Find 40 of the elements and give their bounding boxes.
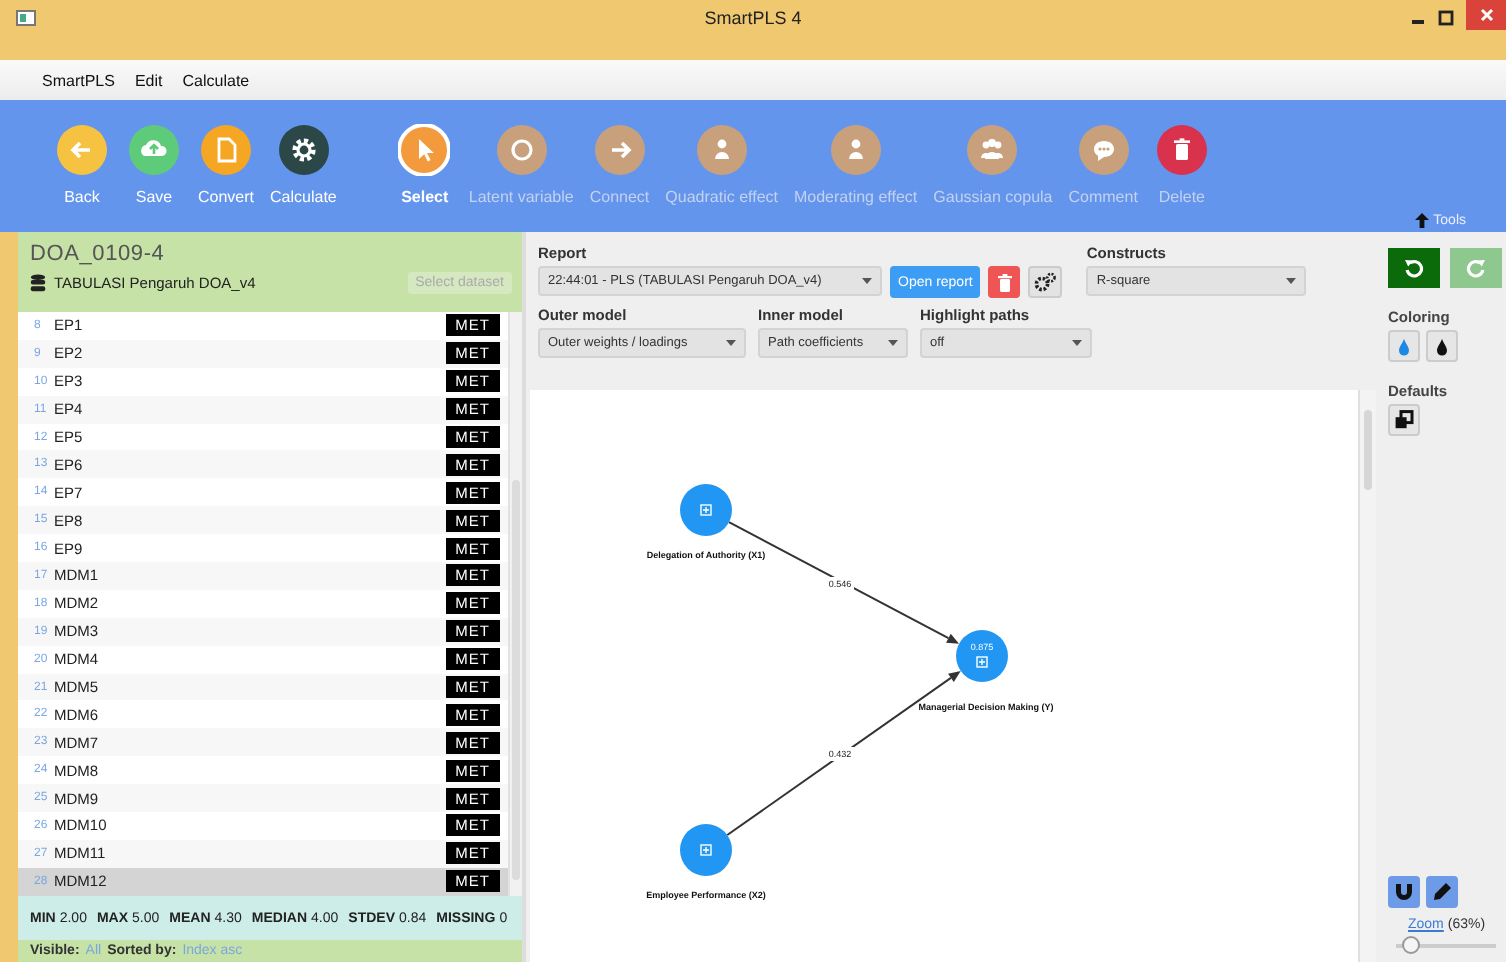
maximize-icon: [1438, 10, 1454, 26]
window-title: SmartPLS 4: [704, 8, 802, 28]
close-button[interactable]: [1466, 0, 1506, 30]
settings-button[interactable]: [1028, 266, 1063, 298]
caret-down-icon: [1072, 340, 1082, 346]
drop-icon: [1398, 337, 1410, 355]
drop-icon: [1436, 337, 1448, 355]
caret-down-icon: [726, 340, 736, 346]
copy-icon: [1394, 410, 1414, 430]
menu-item[interactable]: SmartPLS: [42, 71, 115, 89]
menu-item[interactable]: Edit: [134, 71, 163, 89]
caret-down-icon: [888, 340, 898, 346]
caret-down-icon: [862, 278, 872, 284]
slider-thumb[interactable]: [1401, 936, 1419, 954]
undo-icon: [1404, 258, 1424, 278]
trash-icon: [997, 273, 1012, 291]
caret-down-icon: [1286, 278, 1297, 284]
project-name: DOA_0109-4: [30, 242, 167, 266]
construct-node[interactable]: [956, 630, 1008, 682]
path-arrow[interactable]: [726, 670, 961, 837]
pen-icon: [1432, 882, 1452, 902]
undo-button[interactable]: [1388, 248, 1440, 288]
mono-mode-button[interactable]: [1426, 330, 1458, 362]
construct-node[interactable]: [680, 484, 732, 536]
arrow-up-icon: [1413, 212, 1430, 228]
scrollbar[interactable]: [1358, 390, 1376, 962]
database-icon: [30, 274, 46, 292]
magnet-button[interactable]: [1388, 876, 1420, 908]
close-icon: [1479, 8, 1493, 22]
redo-icon: [1466, 258, 1486, 278]
color-mode-button[interactable]: [1388, 330, 1420, 362]
redo-button[interactable]: [1450, 248, 1502, 288]
defaults-button[interactable]: [1388, 404, 1420, 436]
construct-node[interactable]: [680, 824, 732, 876]
menu-item[interactable]: Calculate: [182, 71, 250, 89]
magnet-icon: [1394, 882, 1414, 902]
app-icon: [16, 10, 36, 26]
scrollbar[interactable]: [508, 312, 522, 896]
pen-button[interactable]: [1426, 876, 1458, 908]
gears-icon: [1034, 272, 1057, 292]
